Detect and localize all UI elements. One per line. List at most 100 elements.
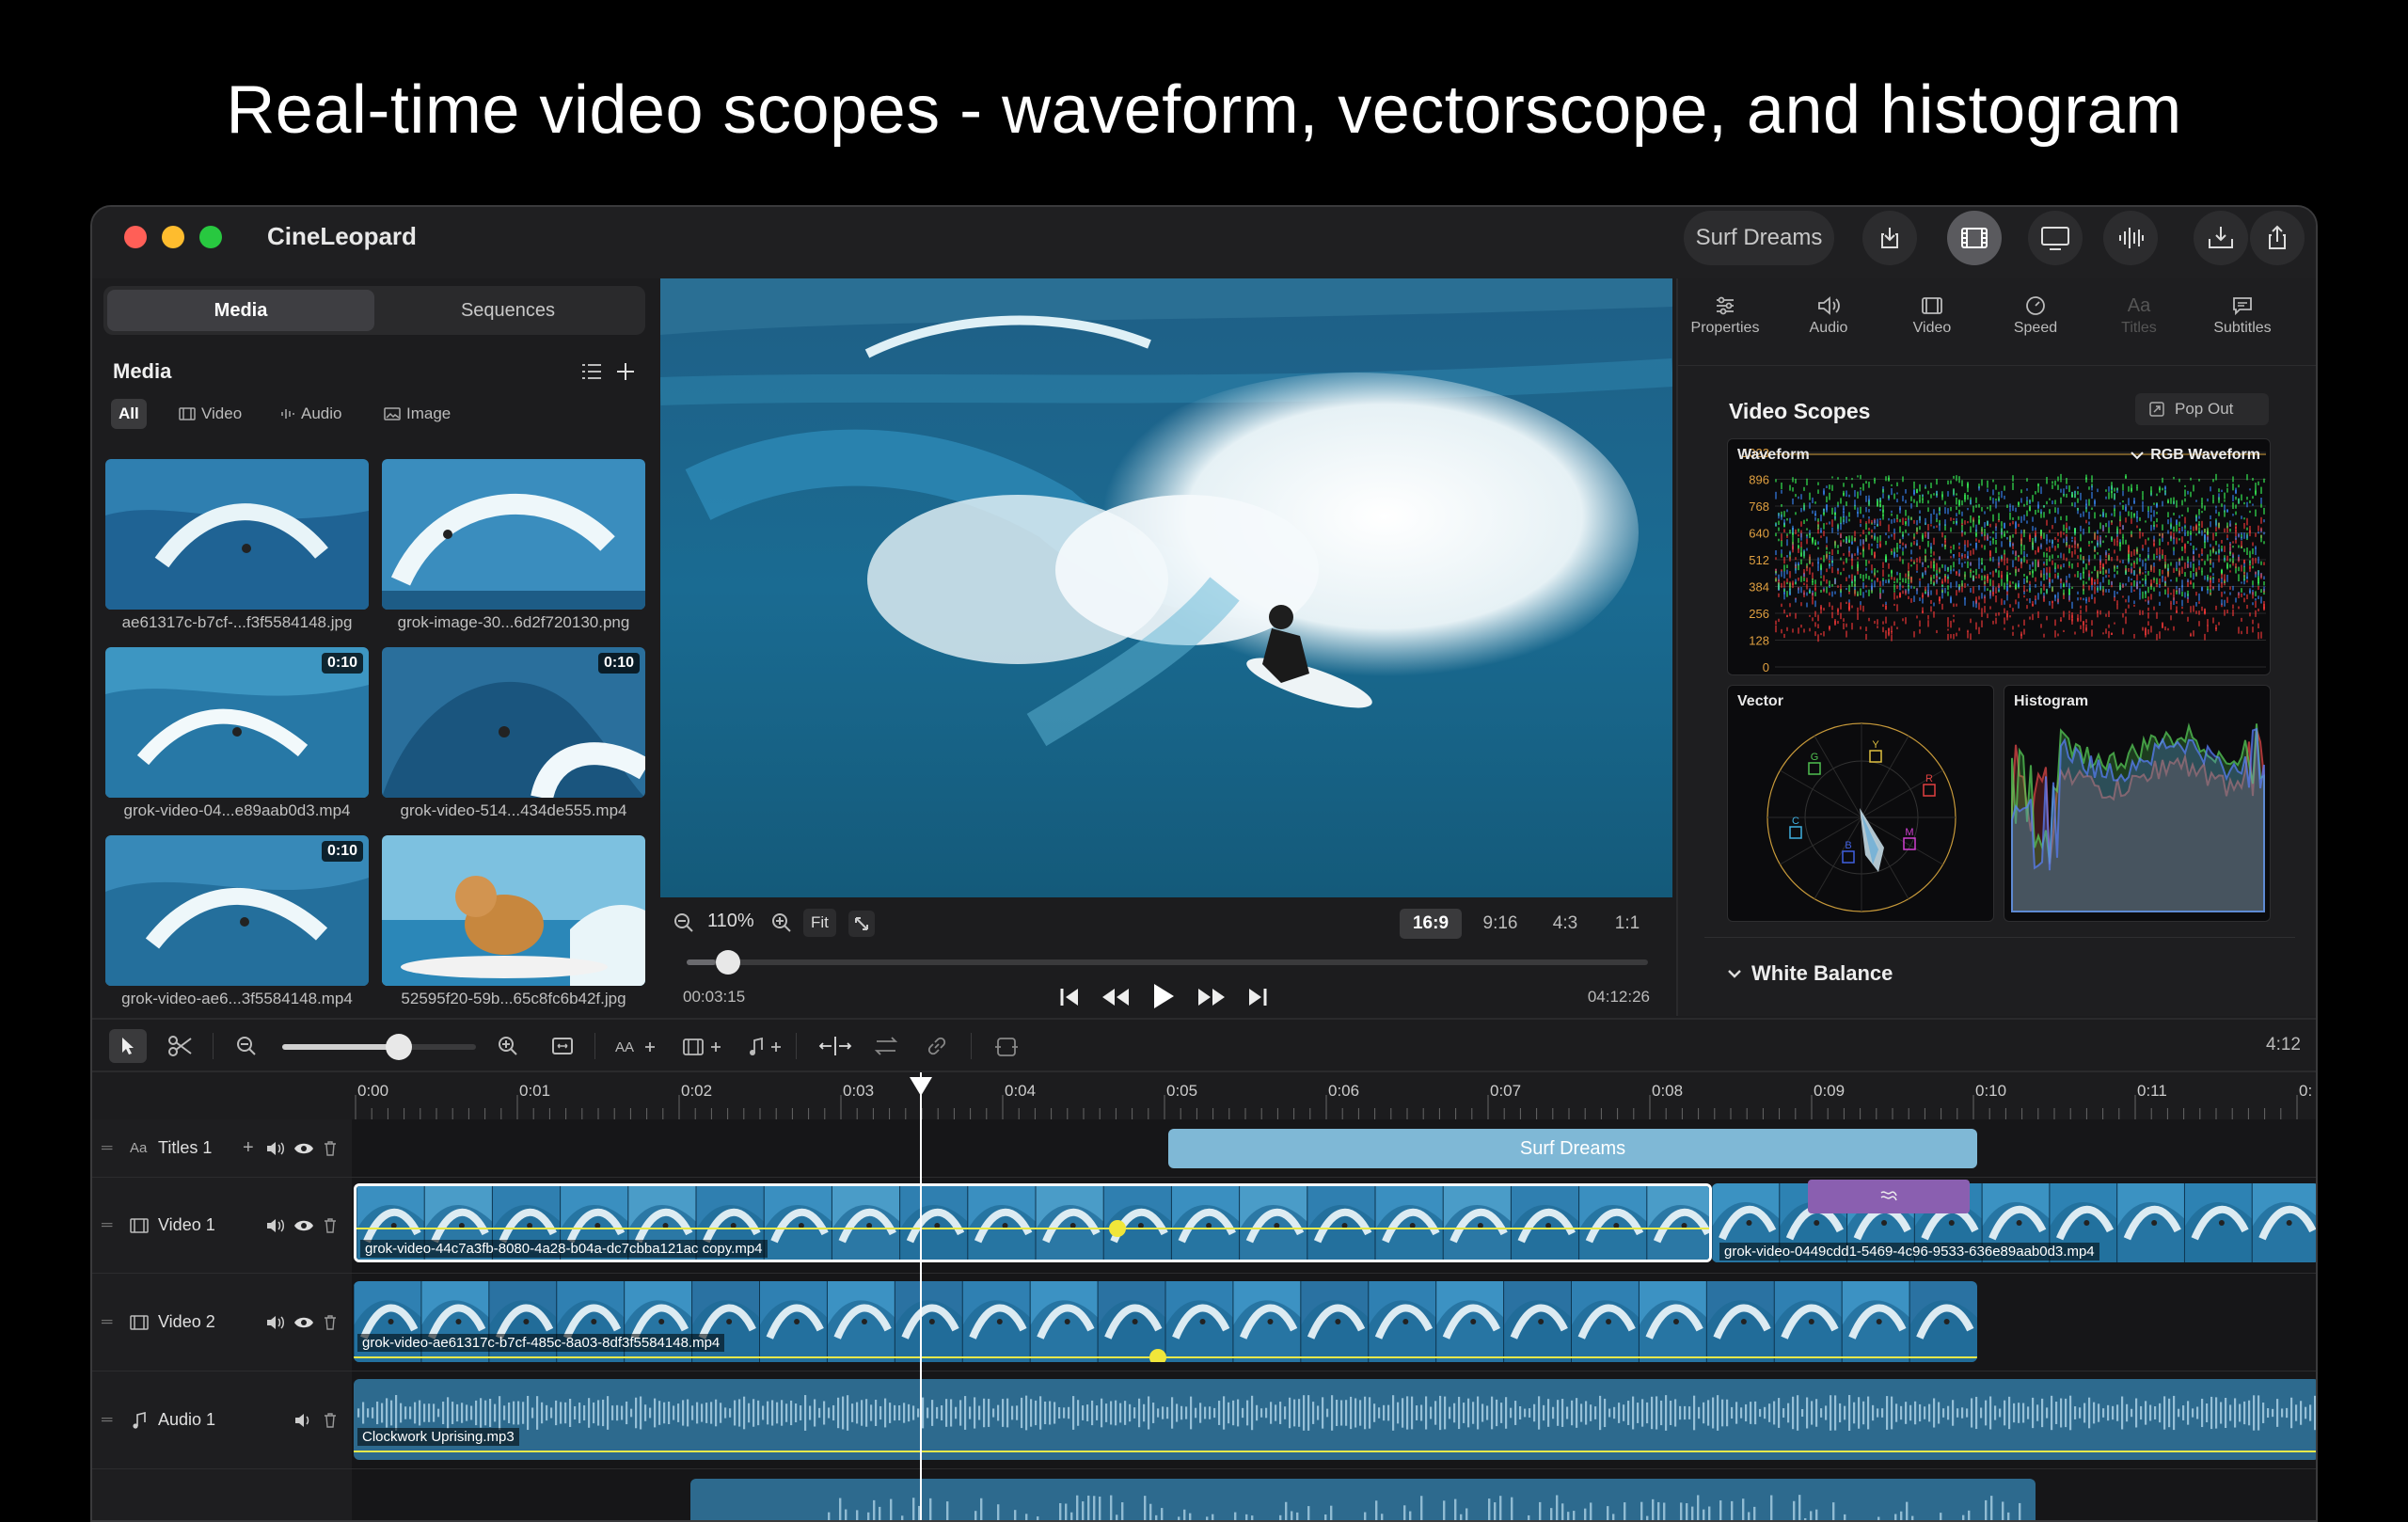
filter-audio[interactable]: Audio: [273, 399, 349, 429]
duration-badge: 0:10: [321, 841, 363, 862]
trash-icon[interactable]: [324, 1217, 337, 1233]
video-preview[interactable]: [660, 278, 1672, 897]
speaker-icon[interactable]: [265, 1314, 286, 1331]
media-thumbnail[interactable]: [382, 459, 645, 610]
waveform-mode-dropdown[interactable]: RGB Waveform: [2130, 447, 2260, 464]
drag-handle-icon[interactable]: ═: [102, 1314, 112, 1331]
link-icon[interactable]: [924, 1035, 950, 1057]
playhead-line[interactable]: [920, 1072, 922, 1520]
video-clip[interactable]: grok-video-ae61317c-b7cf-485c-8a03-8df3f…: [354, 1281, 1977, 1362]
zoom-out-icon[interactable]: [235, 1035, 258, 1057]
media-thumbnail[interactable]: 0:10: [382, 647, 645, 798]
split-clip-icon[interactable]: [818, 1035, 852, 1057]
aspect-9-16[interactable]: 9:16: [1469, 909, 1531, 939]
play-icon[interactable]: [1151, 982, 1176, 1010]
tab-subtitles[interactable]: Subtitles: [2195, 292, 2289, 337]
scrubber-handle[interactable]: [715, 950, 740, 975]
expand-icon[interactable]: [848, 911, 875, 937]
audio-clip[interactable]: Clockwork Uprising.mp3: [354, 1379, 2316, 1460]
import-button[interactable]: [1862, 211, 1917, 265]
eye-icon[interactable]: [293, 1315, 314, 1330]
fit-button[interactable]: Fit: [803, 909, 836, 937]
zoom-out-icon[interactable]: [673, 912, 694, 933]
filter-image[interactable]: Image: [376, 399, 458, 429]
transition-marker[interactable]: [1808, 1180, 1970, 1213]
speaker-icon[interactable]: [265, 1217, 286, 1234]
fit-timeline-icon[interactable]: [551, 1035, 574, 1057]
playhead-handle[interactable]: [909, 1076, 933, 1097]
share-button[interactable]: [2250, 211, 2305, 265]
skip-to-start-icon[interactable]: [1059, 986, 1080, 1008]
tab-audio[interactable]: Audio: [1782, 292, 1876, 337]
drag-handle-icon[interactable]: ═: [102, 1217, 112, 1234]
snapping-icon[interactable]: [993, 1035, 1020, 1059]
zoom-window-button[interactable]: [199, 226, 222, 248]
swap-icon[interactable]: [873, 1035, 899, 1057]
scissors-icon[interactable]: [167, 1035, 194, 1057]
white-balance-section-header[interactable]: White Balance: [1727, 961, 1893, 986]
audio-mode-button[interactable]: [2103, 211, 2158, 265]
video-editor-mode-button[interactable]: [1947, 211, 2002, 265]
title-clip[interactable]: Surf Dreams: [1168, 1129, 1977, 1168]
media-thumbnail[interactable]: [382, 835, 645, 986]
keyframe[interactable]: [1149, 1349, 1166, 1362]
media-thumbnail[interactable]: 0:10: [105, 647, 369, 798]
trash-icon[interactable]: [324, 1140, 337, 1156]
list-view-icon[interactable]: [579, 361, 604, 382]
display-mode-button[interactable]: [2028, 211, 2083, 265]
eye-icon[interactable]: [293, 1141, 314, 1156]
track-header-titles-1[interactable]: ═ Aa Titles 1 +: [92, 1119, 352, 1178]
trash-icon[interactable]: [324, 1314, 337, 1330]
aspect-16-9[interactable]: 16:9: [1400, 909, 1462, 939]
zoom-slider-handle[interactable]: [385, 1034, 412, 1060]
close-window-button[interactable]: [124, 226, 147, 248]
filter-all[interactable]: All: [111, 399, 147, 429]
add-icon[interactable]: +: [243, 1137, 254, 1159]
zoom-in-icon[interactable]: [497, 1035, 519, 1057]
track-name: Video 2: [158, 1312, 215, 1331]
timeline-ruler[interactable]: 0:00 0:01 0:02 0:03 0:04 0:05 0:06 0:07 …: [352, 1072, 2316, 1119]
minimize-window-button[interactable]: [162, 226, 184, 248]
timeline-zoom-slider[interactable]: [282, 1034, 476, 1060]
select-tool-button[interactable]: [109, 1029, 147, 1063]
video-clip[interactable]: grok-video-0449cdd1-5469-4c96-9533-636e8…: [1712, 1183, 2316, 1262]
scrubber-track[interactable]: [687, 950, 1648, 975]
audio-clip[interactable]: [690, 1479, 2036, 1520]
tab-properties[interactable]: Properties: [1678, 292, 1772, 337]
speaker-icon[interactable]: [265, 1140, 286, 1157]
tab-media[interactable]: Media: [107, 290, 374, 331]
volume-line[interactable]: [354, 1451, 2316, 1452]
aspect-4-3[interactable]: 4:3: [1539, 909, 1592, 939]
rewind-icon[interactable]: [1101, 986, 1131, 1008]
add-video-track-icon[interactable]: [683, 1037, 724, 1057]
volume-line[interactable]: [356, 1228, 1709, 1229]
tab-speed[interactable]: Speed: [1988, 292, 2083, 337]
track-header-audio-1[interactable]: ═ Audio 1: [92, 1371, 352, 1469]
track-header-video-1[interactable]: ═ Video 1: [92, 1178, 352, 1274]
media-thumbnail[interactable]: [105, 459, 369, 610]
media-thumbnail[interactable]: 0:10: [105, 835, 369, 986]
aspect-1-1[interactable]: 1:1: [1601, 909, 1654, 939]
filter-video[interactable]: Video: [171, 399, 249, 429]
tab-video[interactable]: Video: [1885, 292, 1979, 337]
add-title-icon[interactable]: AA: [615, 1037, 657, 1057]
zoom-in-icon[interactable]: [771, 912, 792, 933]
keyframe[interactable]: [1109, 1220, 1126, 1237]
eye-icon[interactable]: [293, 1218, 314, 1233]
audio-2-lane: [352, 1469, 2316, 1520]
speaker-icon[interactable]: [293, 1412, 314, 1429]
pop-out-button[interactable]: Pop Out: [2135, 393, 2269, 425]
skip-to-end-icon[interactable]: [1247, 986, 1268, 1008]
add-media-icon[interactable]: [615, 361, 636, 382]
tab-sequences[interactable]: Sequences: [374, 290, 642, 331]
trash-icon[interactable]: [324, 1412, 337, 1428]
drag-handle-icon[interactable]: ═: [102, 1140, 112, 1157]
video-clip[interactable]: grok-video-44c7a3fb-8080-4a28-b04a-dc7cb…: [354, 1183, 1712, 1262]
drag-handle-icon[interactable]: ═: [102, 1412, 112, 1429]
add-audio-track-icon[interactable]: [747, 1037, 784, 1057]
export-download-button[interactable]: [2194, 211, 2248, 265]
vector-target-label: R: [1925, 773, 1933, 785]
track-header-video-2[interactable]: ═ Video 2: [92, 1274, 352, 1371]
fast-forward-icon[interactable]: [1196, 986, 1227, 1008]
project-name-button[interactable]: Surf Dreams: [1684, 211, 1834, 265]
